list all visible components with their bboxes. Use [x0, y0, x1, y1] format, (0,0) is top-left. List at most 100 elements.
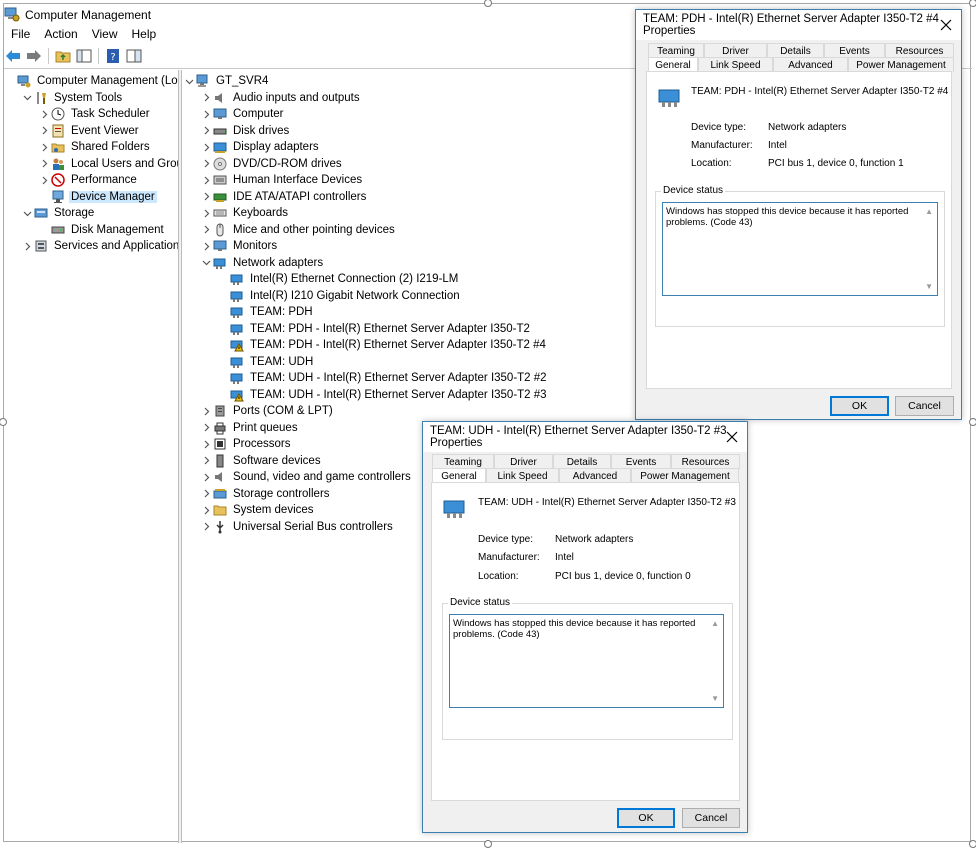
- tree-node-keyboards[interactable]: Keyboards: [200, 205, 290, 221]
- show-action-pane-icon[interactable]: [125, 47, 143, 65]
- tree-node-system-tools[interactable]: System Tools: [21, 90, 124, 106]
- tree-node-storage[interactable]: Storage: [21, 205, 96, 221]
- tab-power-management[interactable]: Power Management: [631, 468, 739, 483]
- back-arrow-icon[interactable]: [4, 47, 22, 65]
- scroll-down-icon[interactable]: ▼: [925, 281, 933, 292]
- tree-node-audio-inputs-and-outputs[interactable]: Audio inputs and outputs: [200, 90, 362, 106]
- chevron-right-icon[interactable]: [200, 453, 212, 469]
- forward-arrow-icon[interactable]: [25, 47, 43, 65]
- chevron-down-icon[interactable]: [200, 255, 212, 271]
- tab-details[interactable]: Details: [767, 43, 824, 58]
- show-hide-tree-icon[interactable]: [75, 47, 93, 65]
- chevron-right-icon[interactable]: [200, 156, 212, 172]
- tree-node-services-and-applications[interactable]: Services and Applications: [21, 238, 178, 254]
- tree-node-ports-com-lpt[interactable]: Ports (COM & LPT): [200, 403, 335, 419]
- chevron-right-icon[interactable]: [200, 519, 212, 535]
- tree-node-gt-svr4[interactable]: GT_SVR4: [183, 73, 270, 89]
- menu-action[interactable]: Action: [37, 27, 84, 41]
- tree-node-device-manager[interactable]: Device Manager: [38, 189, 157, 205]
- ok-button[interactable]: OK: [617, 808, 675, 828]
- tree-node-dvd-cd-rom-drives[interactable]: DVD/CD-ROM drives: [200, 156, 344, 172]
- chevron-right-icon[interactable]: [200, 420, 212, 436]
- tab-details[interactable]: Details: [553, 454, 611, 469]
- up-folder-icon[interactable]: [54, 47, 72, 65]
- tree-node-disk-drives[interactable]: Disk drives: [200, 123, 291, 139]
- chevron-right-icon[interactable]: [200, 486, 212, 502]
- tree-node-shared-folders[interactable]: Shared Folders: [38, 139, 152, 155]
- tree-node-event-viewer[interactable]: Event Viewer: [38, 123, 141, 139]
- tree-node-computer[interactable]: Computer: [200, 106, 286, 122]
- scroll-up-icon[interactable]: ▲: [925, 206, 933, 217]
- tab-driver[interactable]: Driver: [704, 43, 767, 58]
- chevron-down-icon[interactable]: [183, 73, 195, 89]
- tree-node-print-queues[interactable]: Print queues: [200, 420, 300, 436]
- pane-splitter[interactable]: [178, 70, 182, 843]
- tab-advanced[interactable]: Advanced: [773, 57, 848, 72]
- chevron-down-icon[interactable]: [21, 90, 33, 106]
- chevron-right-icon[interactable]: [200, 222, 212, 238]
- tree-node-storage-controllers[interactable]: Storage controllers: [200, 486, 332, 502]
- tree-node-intel-r-i210-gigabit-network-connection[interactable]: Intel(R) I210 Gigabit Network Connection: [217, 288, 462, 304]
- tree-node-task-scheduler[interactable]: Task Scheduler: [38, 106, 152, 122]
- chevron-right-icon[interactable]: [200, 189, 212, 205]
- tab-driver[interactable]: Driver: [494, 454, 553, 469]
- chevron-right-icon[interactable]: [200, 502, 212, 518]
- chevron-right-icon[interactable]: [200, 469, 212, 485]
- tab-events[interactable]: Events: [611, 454, 671, 469]
- chevron-right-icon[interactable]: [38, 123, 50, 139]
- help-icon[interactable]: ?: [104, 47, 122, 65]
- cancel-button[interactable]: Cancel: [682, 808, 740, 828]
- device-status-textbox[interactable]: Windows has stopped this device because …: [662, 202, 938, 296]
- tree-node-human-interface-devices[interactable]: Human Interface Devices: [200, 172, 364, 188]
- tree-node-disk-management[interactable]: Disk Management: [38, 222, 166, 238]
- close-icon[interactable]: [937, 16, 955, 34]
- tree-node-performance[interactable]: Performance: [38, 172, 139, 188]
- tab-events[interactable]: Events: [824, 43, 885, 58]
- tab-general[interactable]: General: [432, 468, 486, 483]
- tree-node-display-adapters[interactable]: Display adapters: [200, 139, 321, 155]
- close-icon[interactable]: [723, 428, 741, 446]
- tree-node-computer-management-local[interactable]: Computer Management (Local: [4, 73, 178, 89]
- tree-node-network-adapters[interactable]: Network adapters: [200, 255, 325, 271]
- tab-general[interactable]: General: [648, 57, 698, 72]
- chevron-right-icon[interactable]: [38, 156, 50, 172]
- cancel-button[interactable]: Cancel: [895, 396, 954, 416]
- chevron-right-icon[interactable]: [38, 106, 50, 122]
- tree-node-team-udh-intel-r-ethernet-server-adapter-i350-t2-3[interactable]: TEAM: UDH - Intel(R) Ethernet Server Ada…: [217, 387, 549, 403]
- chevron-right-icon[interactable]: [200, 123, 212, 139]
- tab-link-speed[interactable]: Link Speed: [486, 468, 559, 483]
- chevron-right-icon[interactable]: [200, 238, 212, 254]
- ok-button[interactable]: OK: [830, 396, 889, 416]
- chevron-right-icon[interactable]: [200, 436, 212, 452]
- tree-node-local-users-and-groups[interactable]: Local Users and Groups: [38, 156, 178, 172]
- chevron-right-icon[interactable]: [200, 106, 212, 122]
- chevron-down-icon[interactable]: [21, 205, 33, 221]
- tree-node-team-pdh-intel-r-ethernet-server-adapter-i350-t2-4[interactable]: TEAM: PDH - Intel(R) Ethernet Server Ada…: [217, 337, 548, 353]
- tab-power-management[interactable]: Power Management: [848, 57, 954, 72]
- tree-node-team-udh[interactable]: TEAM: UDH: [217, 354, 315, 370]
- chevron-right-icon[interactable]: [200, 172, 212, 188]
- tree-node-team-udh-intel-r-ethernet-server-adapter-i350-t2-2[interactable]: TEAM: UDH - Intel(R) Ethernet Server Ada…: [217, 370, 549, 386]
- chevron-right-icon[interactable]: [21, 238, 33, 254]
- tab-teaming[interactable]: Teaming: [432, 454, 494, 469]
- tree-node-team-pdh[interactable]: TEAM: PDH: [217, 304, 315, 320]
- device-status-textbox[interactable]: Windows has stopped this device because …: [449, 614, 724, 708]
- scroll-down-icon[interactable]: ▼: [711, 693, 719, 704]
- menu-view[interactable]: View: [85, 27, 125, 41]
- chevron-right-icon[interactable]: [200, 90, 212, 106]
- tree-node-mice-and-other-pointing-devices[interactable]: Mice and other pointing devices: [200, 222, 397, 238]
- chevron-right-icon[interactable]: [200, 205, 212, 221]
- chevron-right-icon[interactable]: [200, 139, 212, 155]
- tab-resources[interactable]: Resources: [671, 454, 740, 469]
- tree-node-ide-ata-atapi-controllers[interactable]: IDE ATA/ATAPI controllers: [200, 189, 368, 205]
- tree-node-processors[interactable]: Processors: [200, 436, 293, 452]
- menu-file[interactable]: File: [4, 27, 37, 41]
- tab-link-speed[interactable]: Link Speed: [698, 57, 773, 72]
- tab-advanced[interactable]: Advanced: [559, 468, 631, 483]
- tree-node-system-devices[interactable]: System devices: [200, 502, 316, 518]
- tree-node-intel-r-ethernet-connection-2-i219-lm[interactable]: Intel(R) Ethernet Connection (2) I219-LM: [217, 271, 460, 287]
- tree-node-universal-serial-bus-controllers[interactable]: Universal Serial Bus controllers: [200, 519, 395, 535]
- chevron-right-icon[interactable]: [38, 139, 50, 155]
- tab-teaming[interactable]: Teaming: [648, 43, 704, 58]
- chevron-right-icon[interactable]: [200, 403, 212, 419]
